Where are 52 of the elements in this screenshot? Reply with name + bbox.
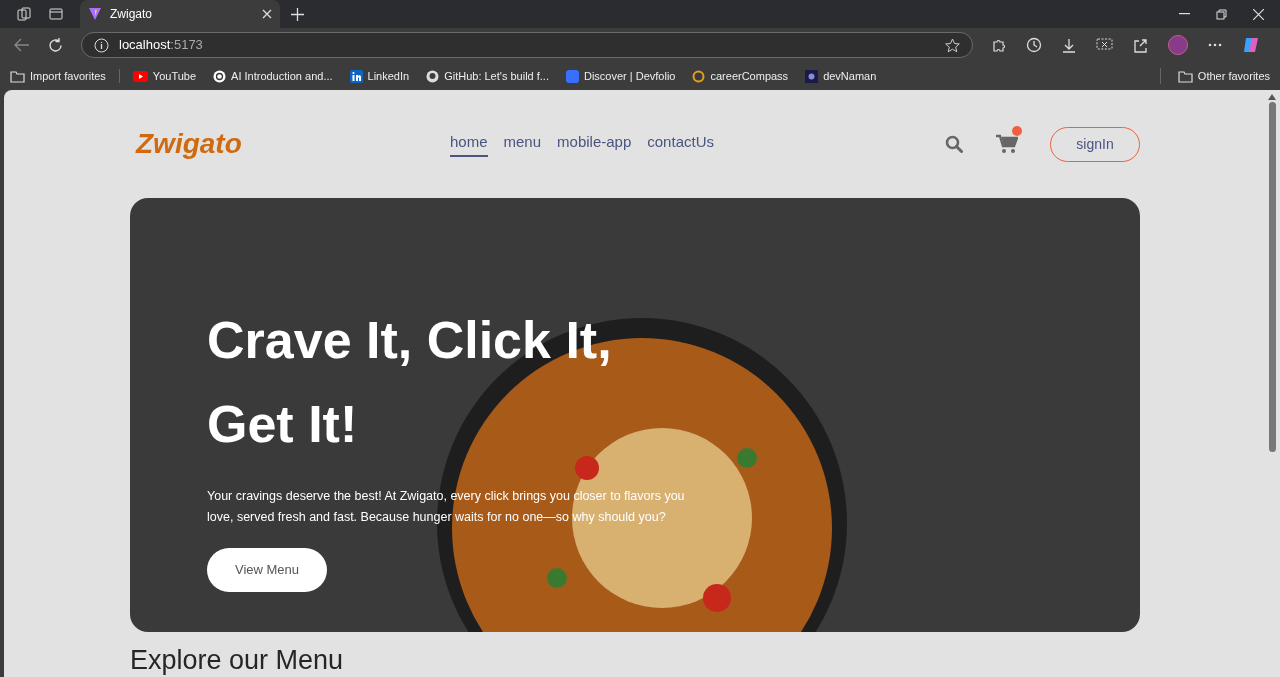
bookmark-item[interactable]: Discover | Devfolio: [566, 67, 676, 85]
nav-link[interactable]: mobile-app: [557, 130, 632, 158]
nav-link[interactable]: contactUs: [647, 130, 714, 158]
share-icon[interactable]: [1133, 37, 1148, 53]
restore-icon[interactable]: [1216, 8, 1227, 20]
browser-tab[interactable]: Zwigato: [80, 0, 280, 28]
new-tab-icon[interactable]: [290, 7, 304, 21]
scroll-up-icon[interactable]: [1268, 94, 1276, 100]
folder-icon: [10, 69, 25, 83]
bookmark-item[interactable]: Import favorites: [10, 67, 106, 85]
other-favorites[interactable]: Other favorites: [1177, 67, 1270, 85]
bookmark-item[interactable]: careerCompass: [692, 67, 789, 85]
nav-link[interactable]: menu: [503, 130, 542, 158]
search-icon[interactable]: [945, 135, 963, 153]
url-text: localhost:5173: [119, 36, 204, 55]
linkedin-icon: [349, 69, 363, 83]
history-icon[interactable]: [1026, 37, 1042, 53]
screenshot-icon[interactable]: [1096, 37, 1113, 53]
profile-avatar[interactable]: [1168, 35, 1188, 55]
ring-icon: [692, 69, 706, 83]
reload-icon[interactable]: [48, 37, 63, 53]
puzzle-icon[interactable]: [991, 37, 1006, 53]
shield-icon: [566, 69, 579, 83]
workspaces-icon[interactable]: [17, 7, 31, 21]
download-icon[interactable]: [1062, 37, 1076, 53]
copilot-icon[interactable]: [1242, 36, 1260, 54]
bookmark-item[interactable]: LinkedIn: [349, 67, 410, 85]
bookmark-item[interactable]: devNaman: [805, 67, 877, 85]
knot-icon: [213, 69, 227, 83]
hero-heading: Get It!: [207, 394, 359, 455]
bookmark-item[interactable]: YouTube: [132, 67, 197, 85]
folder-icon: [1177, 69, 1193, 83]
bookmark-item[interactable]: GitHub: Let's build f...: [426, 67, 549, 85]
play-icon: [132, 70, 148, 82]
bookmark-item[interactable]: AI Introduction and...: [213, 67, 333, 85]
tab-actions-icon[interactable]: [49, 8, 63, 20]
logo-icon: [88, 7, 102, 21]
scrollbar-thumb[interactable]: [1268, 102, 1276, 452]
tab-title: Zwigato: [110, 6, 154, 23]
close-icon[interactable]: [262, 9, 272, 19]
minimize-icon[interactable]: [1179, 13, 1190, 15]
info-icon: [94, 37, 109, 53]
section-title: Explore our Menu: [130, 644, 345, 676]
logo-icon: [805, 69, 819, 83]
view-menu-button[interactable]: View Menu: [207, 548, 327, 592]
close-icon[interactable]: [1253, 8, 1264, 20]
more-icon[interactable]: [1208, 43, 1222, 47]
nav-link[interactable]: home: [450, 130, 488, 158]
address-bar[interactable]: localhost:5173: [81, 32, 973, 58]
cart-icon[interactable]: [996, 134, 1018, 154]
back-icon[interactable]: [14, 38, 30, 52]
star-icon[interactable]: [945, 37, 960, 53]
